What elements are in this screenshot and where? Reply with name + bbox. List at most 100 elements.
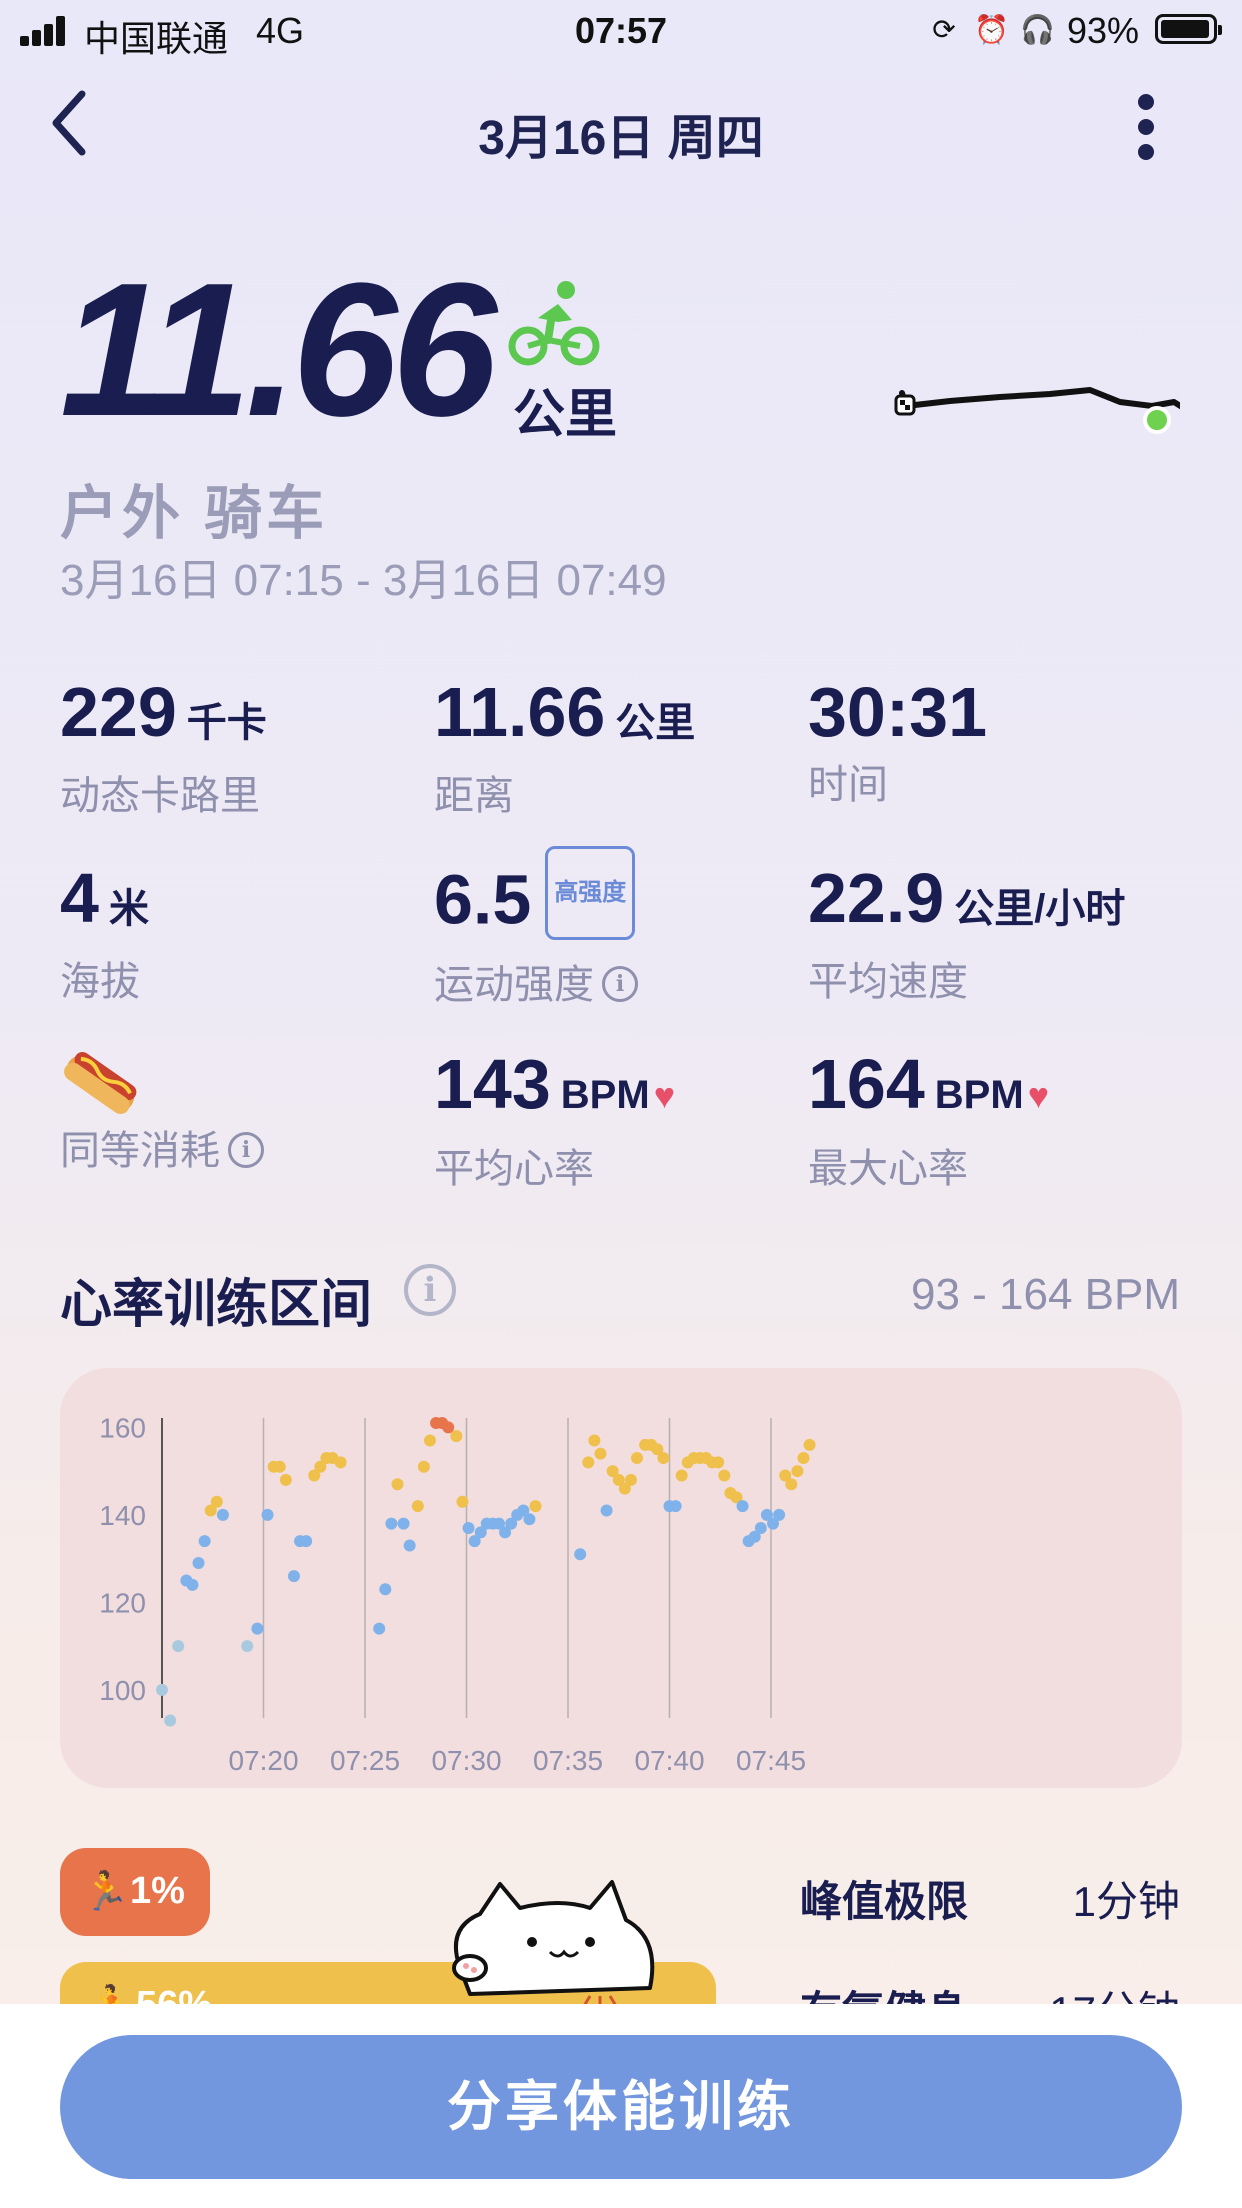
hr-point	[523, 1513, 536, 1526]
intensity-badge: 高强度	[545, 846, 636, 940]
hr-point	[456, 1495, 469, 1508]
hr-point	[391, 1478, 404, 1491]
hr-point	[574, 1548, 587, 1561]
hr-point	[594, 1447, 607, 1460]
hr-point	[675, 1469, 688, 1482]
alarm-icon: ⏰	[974, 14, 1009, 45]
headphones-icon: 🎧	[1020, 14, 1055, 45]
distance-big: 11.66	[60, 244, 497, 456]
duration-label: 时间	[808, 763, 888, 807]
intensity-label: 运动强度	[434, 963, 594, 1007]
stat-intensity[interactable]: 6.5 高强度 运动强度 i	[434, 846, 638, 1010]
stat-altitude: 4米 海拔	[60, 858, 149, 1007]
hr-point	[198, 1535, 211, 1548]
hr-point	[279, 1473, 292, 1486]
heart-rate-plot: 160 140 120 100 07:20 07:25 07:30 07:35 07:40 07:…	[99, 1412, 816, 1776]
hr-point	[712, 1456, 725, 1469]
distance-unit: 公里	[513, 386, 618, 444]
hr-point	[300, 1535, 313, 1548]
hr-point	[803, 1438, 816, 1451]
avg-hr-value: 143	[434, 1045, 551, 1123]
route-map-thumbnail[interactable]	[870, 368, 1180, 440]
running-icon: 🏃	[82, 1871, 130, 1913]
duration-value: 30:31	[808, 673, 988, 751]
clock: 07:57	[574, 10, 668, 51]
hr-point	[462, 1522, 475, 1534]
y-tick-label: 160	[99, 1412, 146, 1443]
hr-point	[582, 1456, 595, 1469]
calories-value: 229	[60, 673, 177, 751]
hr-point	[529, 1500, 542, 1513]
more-options-icon[interactable]	[1128, 90, 1164, 164]
zone-peak-value: 1分钟	[1072, 1878, 1180, 1925]
hr-zone-title: 心率训练区间	[60, 1276, 373, 1334]
heart-icon: ♥	[1027, 1075, 1050, 1116]
x-tick-label: 07:25	[330, 1745, 400, 1776]
speed-label: 平均速度	[808, 960, 968, 1004]
info-icon[interactable]: i	[404, 1264, 456, 1316]
hr-point	[261, 1508, 274, 1521]
hr-point	[156, 1683, 168, 1696]
cycling-icon	[508, 281, 600, 366]
status-bar: 中国联通 4G 07:57 ⟳ ⏰ 🎧 93%	[0, 0, 1242, 62]
avg-hr-label: 平均心率	[434, 1147, 594, 1191]
speed-value: 22.9	[808, 859, 945, 937]
hr-point	[403, 1539, 416, 1552]
hr-point	[192, 1557, 205, 1569]
hr-point	[754, 1522, 767, 1534]
max-hr-label: 最大心率	[808, 1147, 968, 1191]
hr-point	[442, 1421, 455, 1434]
hotdog-icon	[64, 1052, 137, 1115]
hr-point	[669, 1500, 682, 1513]
x-tick-label: 07:40	[634, 1745, 704, 1776]
hr-point	[164, 1714, 177, 1727]
stat-calories: 229 千卡 动态卡路里	[60, 672, 267, 821]
page-title: 3月16日 周四	[478, 112, 764, 165]
hr-point	[797, 1452, 810, 1464]
info-icon[interactable]: i	[228, 1132, 264, 1169]
x-tick-label: 07:45	[736, 1745, 806, 1776]
hr-point	[417, 1460, 430, 1473]
distance-stat-unit: 公里	[615, 701, 696, 745]
hr-point	[397, 1517, 410, 1530]
info-icon[interactable]: i	[602, 966, 638, 1003]
cat-mascot-icon	[452, 1880, 655, 2008]
stat-max-hr: 164 BPM ♥ 最大心率	[808, 1044, 1049, 1194]
hr-point	[773, 1508, 786, 1521]
hr-point	[379, 1583, 392, 1596]
y-tick-label: 120	[99, 1587, 146, 1618]
x-tick-label: 07:20	[228, 1745, 298, 1776]
share-workout-button[interactable]: 分享体能训练	[60, 2035, 1182, 2179]
heart-rate-chart[interactable]: 160 140 120 100 07:20 07:25 07:30 07:35 07:40 07:…	[60, 1368, 1182, 1788]
hr-point	[385, 1517, 398, 1530]
altitude-label: 海拔	[60, 960, 140, 1004]
hr-point	[718, 1469, 731, 1482]
stat-equivalent[interactable]: 同等消耗 i	[60, 1118, 264, 1176]
hr-point	[210, 1495, 223, 1508]
hr-point	[186, 1578, 199, 1591]
hr-point	[423, 1434, 436, 1447]
heart-icon: ♥	[653, 1075, 676, 1116]
sport-type: 户外 骑车	[60, 481, 329, 546]
hr-point	[624, 1473, 637, 1486]
rotation-lock-icon: ⟳	[932, 14, 956, 45]
hr-point	[588, 1434, 601, 1447]
hr-point	[600, 1504, 613, 1517]
distance-value: 11.66	[434, 673, 606, 751]
x-tick-label: 07:35	[533, 1745, 603, 1776]
hr-point	[334, 1456, 347, 1469]
hr-point	[450, 1430, 463, 1443]
intensity-value: 6.5	[434, 860, 532, 939]
battery-icon	[1155, 14, 1222, 44]
zone-peak-percent: 1%	[130, 1870, 185, 1912]
hr-point	[273, 1460, 286, 1473]
time-range: 3月16日 07:15 - 3月16日 07:49	[60, 556, 667, 605]
stat-distance: 11.66 公里 距离	[434, 672, 695, 821]
hr-point	[216, 1508, 229, 1521]
hr-point	[251, 1622, 264, 1635]
equivalent-label: 同等消耗	[60, 1129, 220, 1173]
x-tick-label: 07:30	[431, 1745, 501, 1776]
zone-peak-label: 峰值极限	[800, 1878, 969, 1925]
distance-label: 距离	[434, 774, 514, 818]
avg-hr-unit: BPM	[560, 1073, 650, 1117]
